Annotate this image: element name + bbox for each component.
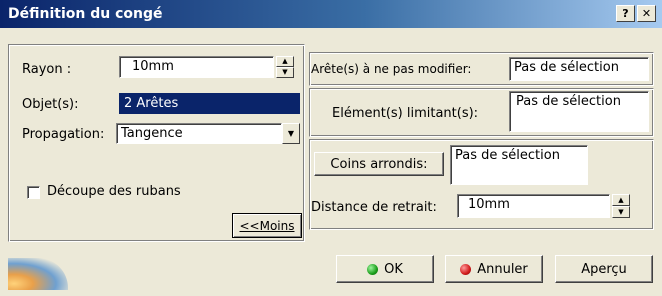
rayon-spinner[interactable]: ▲ ▼ [276,56,294,78]
aretes-label: Arête(s) à ne pas modifier: [311,62,472,76]
rayon-label: Rayon : [22,62,72,77]
elements-field[interactable]: Pas de sélection [509,91,649,132]
spin-up-icon[interactable]: ▲ [276,56,294,67]
decoupe-label[interactable]: Découpe des rubans [47,184,181,199]
distance-input[interactable]: 10mm [457,194,610,218]
spin-down-icon[interactable]: ▼ [276,67,294,78]
annuler-button[interactable]: Annuler [445,255,543,283]
distance-label: Distance de retrait: [311,200,437,215]
spin-down-icon[interactable]: ▼ [612,206,630,218]
title-bar: Définition du congé ? ✕ [0,0,662,28]
objet-label: Objet(s): [22,97,79,112]
green-dot-icon [367,263,379,275]
distance-spinner[interactable]: ▲ ▼ [612,194,630,218]
annuler-label: Annuler [477,261,528,277]
decoupe-checkbox[interactable] [27,186,40,199]
ok-label: OK [384,261,403,277]
propagation-label: Propagation: [22,127,105,142]
objet-field[interactable]: 2 Arêtes [119,93,300,114]
close-button[interactable]: ✕ [637,5,656,22]
aretes-field[interactable]: Pas de sélection [509,57,649,81]
ok-button[interactable]: OK [336,255,434,283]
help-button[interactable]: ? [616,5,635,22]
spin-up-icon[interactable]: ▲ [612,194,630,206]
coins-arrondis-button[interactable]: Coins arrondis: [314,152,444,176]
apercu-label: Aperçu [581,261,627,277]
window-title: Définition du congé [8,6,163,22]
coins-field[interactable]: Pas de sélection [450,145,588,185]
propagation-select[interactable]: Tangence [116,123,282,144]
catia-logo-art [8,258,68,290]
red-dot-icon [460,263,472,275]
rayon-input[interactable]: 10mm [119,56,274,78]
moins-button[interactable]: <<Moins [232,213,302,238]
elements-label: Elément(s) limitant(s): [332,106,479,121]
apercu-button[interactable]: Aperçu [555,255,653,283]
chevron-down-icon[interactable]: ▼ [282,123,300,144]
